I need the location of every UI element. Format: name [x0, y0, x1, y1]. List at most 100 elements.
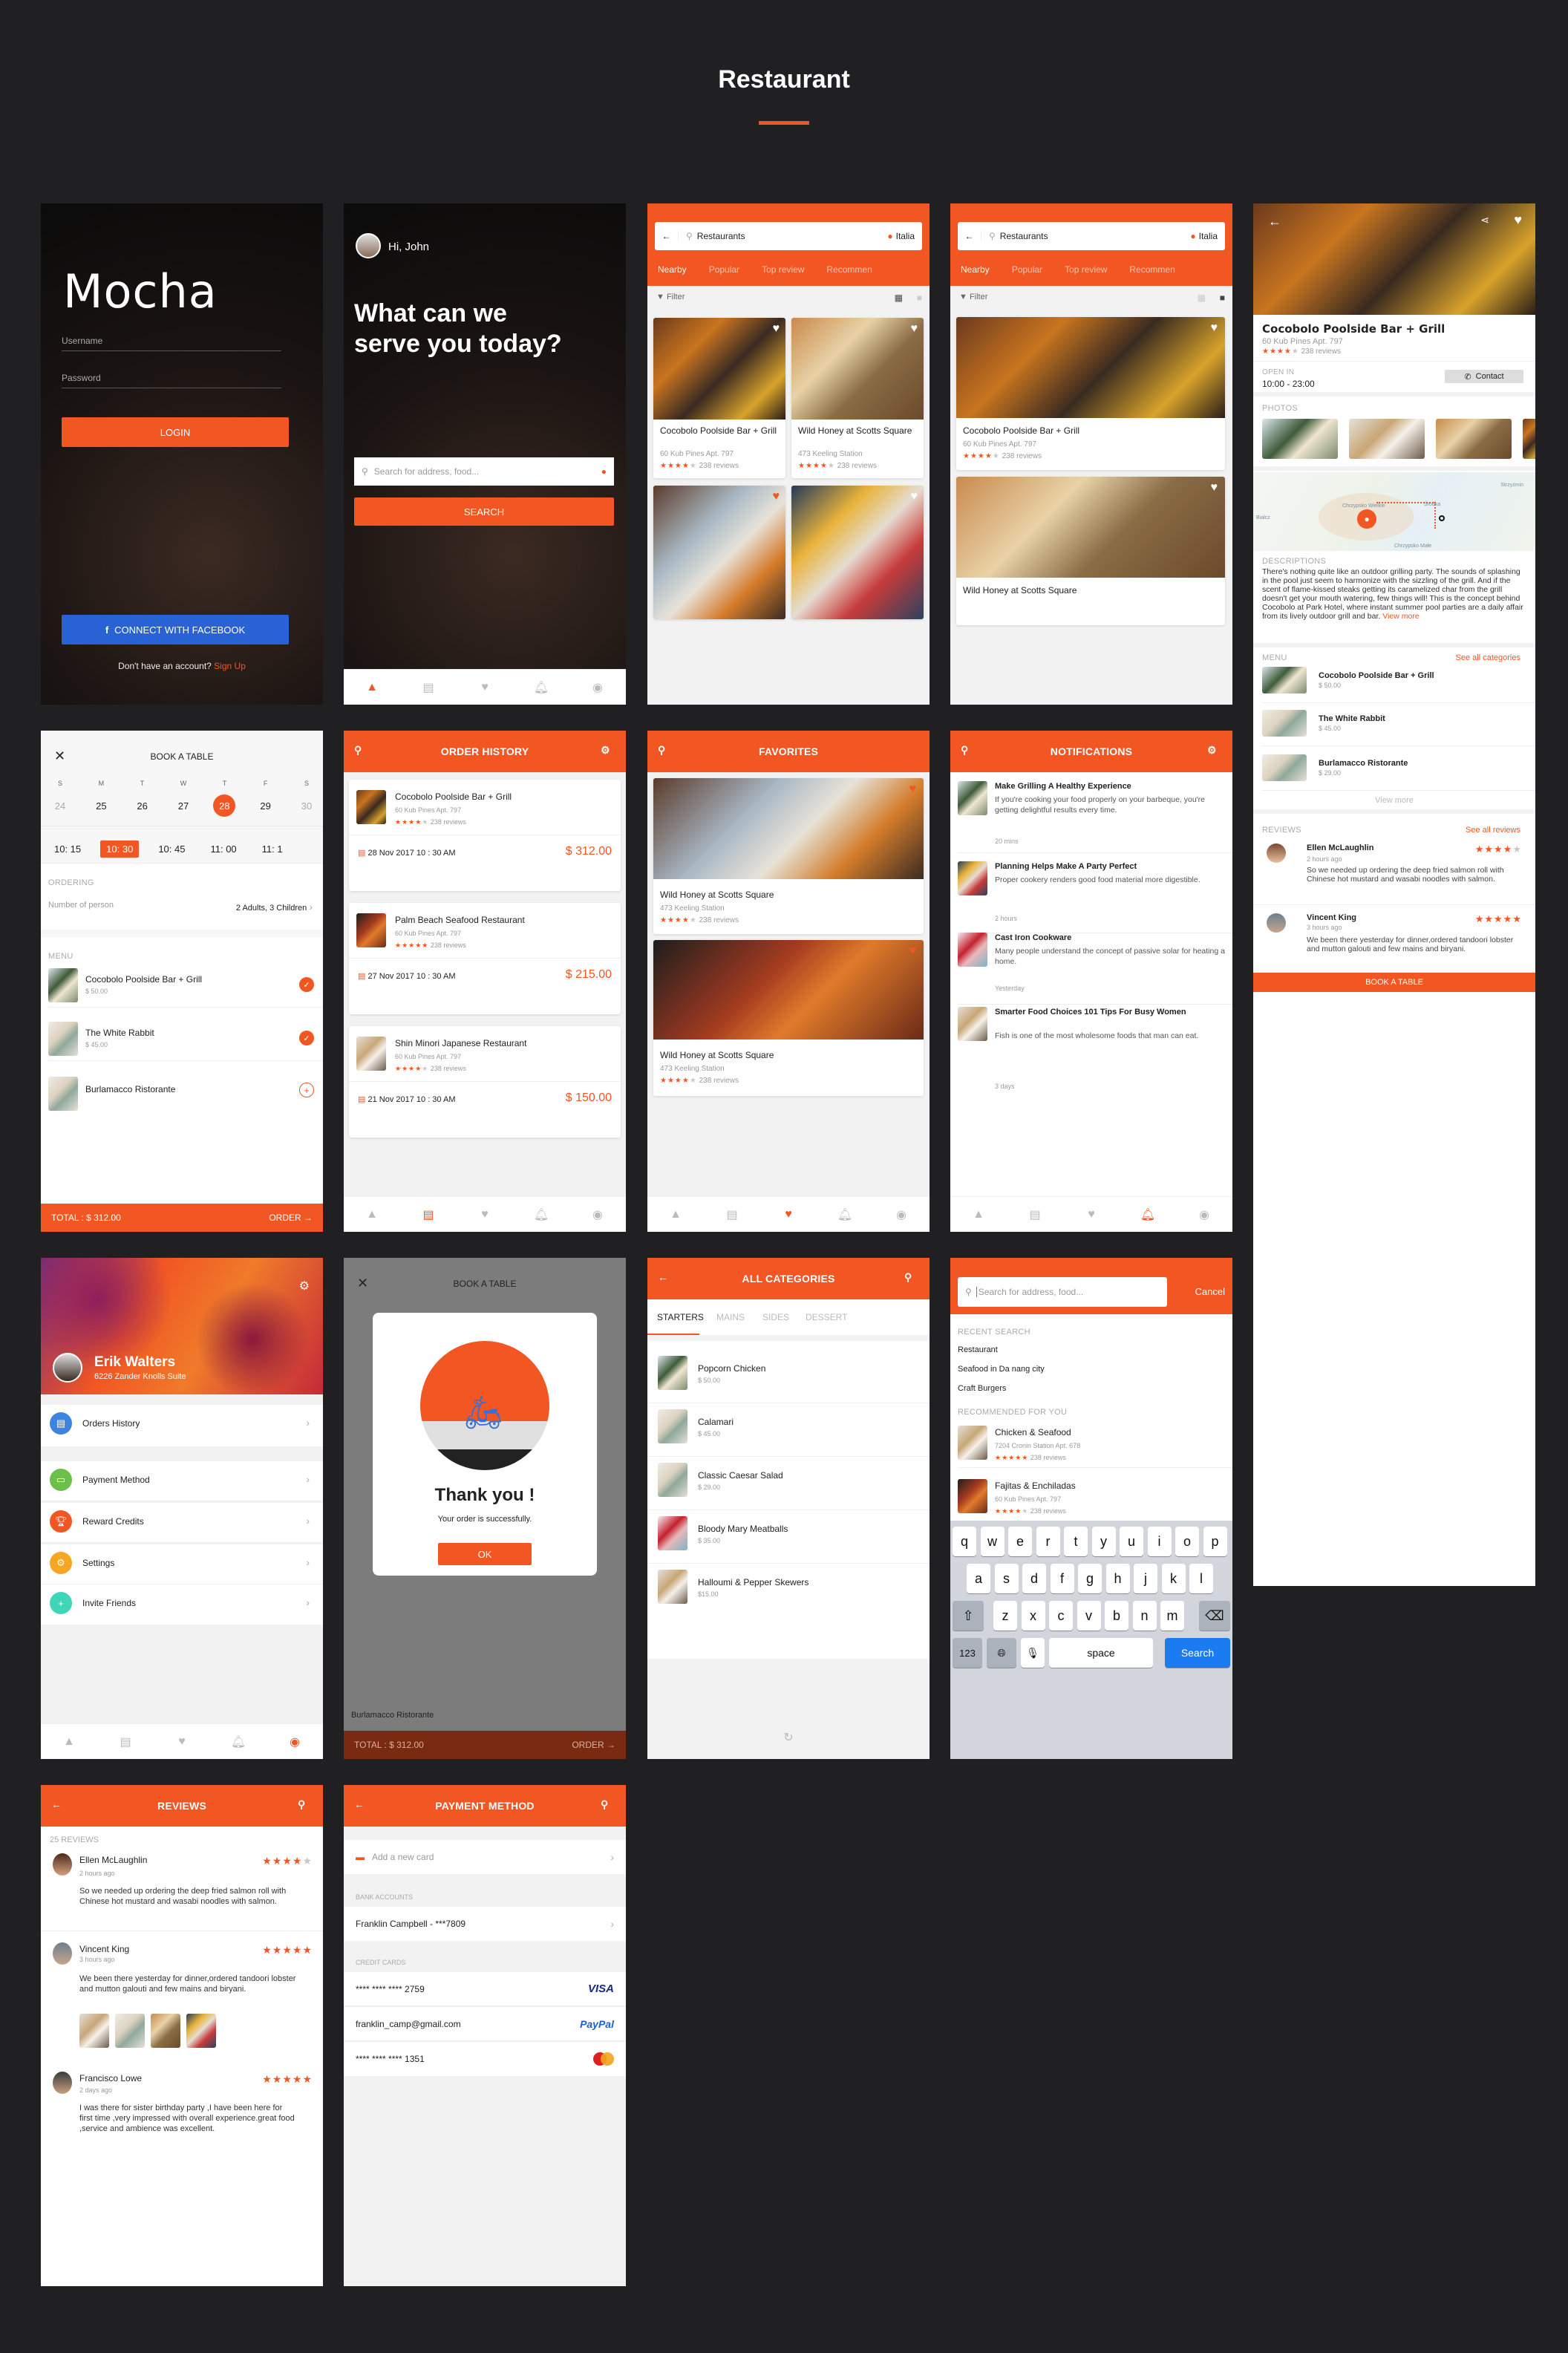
profile-menu-item[interactable]: ▭ Payment Method › — [41, 1461, 323, 1501]
search-input[interactable]: ⚲ Search for address, food... ● — [354, 457, 614, 486]
restaurant-card[interactable]: ♥ Wild Honey at Scotts Square — [956, 477, 1225, 625]
list-view-icon[interactable]: ■ — [917, 293, 922, 303]
recent-search-item[interactable]: Seafood in Da nang city — [958, 1365, 1045, 1374]
avatar[interactable] — [53, 1353, 82, 1383]
back-arrow-icon[interactable]: ← — [354, 1798, 369, 1813]
gallery-photo[interactable] — [1349, 419, 1425, 459]
review-photo[interactable] — [115, 2014, 145, 2048]
tab-favorites-icon[interactable]: ♥ — [477, 679, 493, 696]
search-bar[interactable]: ← ⚲ Restaurants ● Italia — [655, 222, 922, 250]
key-p[interactable]: p — [1203, 1527, 1227, 1556]
order-button[interactable]: ORDER → — [269, 1213, 313, 1223]
profile-menu-item[interactable]: + Invite Friends › — [41, 1585, 323, 1625]
review-photo[interactable] — [151, 2014, 180, 2048]
gear-icon[interactable]: ⚙ — [299, 1279, 310, 1293]
time-option[interactable]: 10: 15 — [48, 841, 87, 858]
profile-menu-item[interactable]: 🏆︎ Reward Credits › — [41, 1503, 323, 1543]
tab-home-icon[interactable]: ▲ — [364, 679, 380, 696]
date-selected[interactable]: 28 — [213, 794, 236, 817]
heart-icon[interactable]: ♥ — [1514, 212, 1522, 228]
key-j[interactable]: j — [1134, 1564, 1157, 1593]
time-option[interactable]: 11: 00 — [204, 841, 242, 858]
cancel-button[interactable]: Cancel — [1195, 1286, 1225, 1297]
search-value[interactable]: Restaurants — [697, 231, 888, 241]
date-option[interactable]: 26 — [131, 794, 154, 817]
tab-profile-icon[interactable]: ◉ — [589, 679, 606, 696]
tab-orders-icon[interactable]: ▤ — [1027, 1207, 1043, 1223]
category-item[interactable]: Calamari $ 45.00 — [647, 1403, 930, 1457]
tab-orders-icon[interactable]: ▤ — [420, 1207, 437, 1223]
tab-notifications-icon[interactable]: 🔔︎ — [533, 1207, 549, 1223]
book-table-button[interactable]: BOOK A TABLE — [1253, 973, 1535, 992]
key-r[interactable]: r — [1036, 1527, 1060, 1556]
review-photo[interactable] — [186, 2014, 216, 2048]
search-bar[interactable]: ← ⚲ Restaurants ● Italia — [958, 222, 1225, 250]
grid-view-icon[interactable]: ▦ — [895, 293, 903, 303]
search-icon[interactable]: ⚲ — [904, 1271, 919, 1286]
location-map[interactable]: ● Strzyżmin Chrzypsko Wielkie Środka Bia… — [1253, 472, 1535, 551]
tab-top-review[interactable]: Top review — [1065, 264, 1107, 275]
tab-favorites-icon[interactable]: ♥ — [174, 1734, 190, 1750]
key-b[interactable]: b — [1105, 1601, 1128, 1631]
category-item[interactable]: Classic Caesar Salad $ 29.00 — [647, 1457, 930, 1510]
avatar[interactable] — [356, 233, 381, 258]
key-u[interactable]: u — [1120, 1527, 1143, 1556]
tab-starters[interactable]: STARTERS — [657, 1312, 704, 1322]
restaurant-card[interactable]: ♥ Wild Honey at Scotts Square 473 Keelin… — [791, 318, 924, 478]
see-all-reviews-link[interactable]: See all reviews — [1466, 826, 1520, 835]
date-option[interactable]: 27 — [172, 794, 195, 817]
time-option[interactable]: 11: 1 — [256, 841, 289, 858]
date-option[interactable]: 29 — [255, 794, 277, 817]
space-key[interactable]: space — [1049, 1638, 1153, 1668]
order-card[interactable]: Cocobolo Poolside Bar + Grill 60 Kub Pine… — [349, 780, 621, 891]
date-option[interactable]: 25 — [90, 794, 112, 817]
location-value[interactable]: Italia — [896, 231, 915, 241]
card-row[interactable]: franklin_camp@gmail.com PayPal — [344, 2007, 626, 2041]
search-icon[interactable]: ⚲ — [601, 1798, 615, 1813]
menu-view-more[interactable]: View more — [1253, 796, 1535, 805]
back-arrow-icon[interactable]: ← — [51, 1798, 66, 1813]
tab-home-icon[interactable]: ▲ — [61, 1734, 77, 1750]
key-h[interactable]: h — [1105, 1564, 1130, 1593]
key-m[interactable]: m — [1160, 1601, 1184, 1631]
refresh-icon[interactable]: ↻ — [647, 1730, 930, 1745]
check-icon[interactable]: ✓ — [299, 977, 314, 992]
location-pin-icon[interactable]: ● — [601, 466, 607, 477]
heart-filled-icon[interactable]: ♥ — [909, 783, 917, 796]
heart-icon[interactable]: ♥ — [1211, 481, 1218, 495]
password-field[interactable]: Password — [62, 373, 281, 388]
key-d[interactable]: d — [1022, 1564, 1046, 1593]
heart-icon[interactable]: ♥ — [773, 322, 780, 336]
gallery-photo[interactable] — [1523, 419, 1535, 459]
heart-filled-icon[interactable]: ♥ — [909, 944, 917, 958]
tab-nearby[interactable]: Nearby — [658, 264, 687, 275]
restaurant-card[interactable]: ♥ — [653, 486, 785, 619]
check-icon[interactable]: ✓ — [299, 1031, 314, 1045]
tab-mains[interactable]: MAINS — [716, 1312, 745, 1322]
shift-key-icon[interactable]: ⇧ — [953, 1601, 984, 1631]
add-icon[interactable]: + — [299, 1083, 314, 1097]
review-photo[interactable] — [79, 2014, 109, 2048]
time-selected[interactable]: 10: 30 — [100, 841, 140, 858]
filter-button[interactable]: ▼ Filter — [959, 293, 987, 301]
search-input[interactable]: ⚲ Search for address, food... — [958, 1277, 1167, 1307]
tab-home-icon[interactable]: ▲ — [667, 1207, 684, 1223]
see-all-categories-link[interactable]: See all categories — [1456, 653, 1520, 662]
key-f[interactable]: f — [1050, 1564, 1074, 1593]
search-key[interactable]: Search — [1165, 1638, 1230, 1668]
tab-notifications-icon[interactable]: 🔔︎ — [1140, 1207, 1156, 1223]
login-button[interactable]: LOGIN — [62, 417, 289, 447]
back-arrow-icon[interactable]: ← — [655, 231, 679, 241]
heart-icon[interactable]: ♥ — [911, 322, 918, 336]
ok-button[interactable]: OK — [438, 1543, 532, 1565]
category-item[interactable]: Bloody Mary Meatballs $ 35.00 — [647, 1510, 930, 1564]
add-card-row[interactable]: ▬ Add a new card › — [344, 1840, 626, 1874]
contact-button[interactable]: ✆ Contact — [1445, 370, 1523, 383]
search-button[interactable]: SEARCH — [354, 497, 614, 526]
recent-search-item[interactable]: Craft Burgers — [958, 1384, 1006, 1393]
tab-notifications-icon[interactable]: 🔔︎ — [533, 679, 549, 696]
restaurant-card[interactable]: ♥ — [791, 486, 924, 619]
key-q[interactable]: q — [953, 1527, 976, 1556]
tab-favorites-icon[interactable]: ♥ — [477, 1207, 493, 1223]
search-icon[interactable]: ⚲ — [298, 1798, 313, 1813]
